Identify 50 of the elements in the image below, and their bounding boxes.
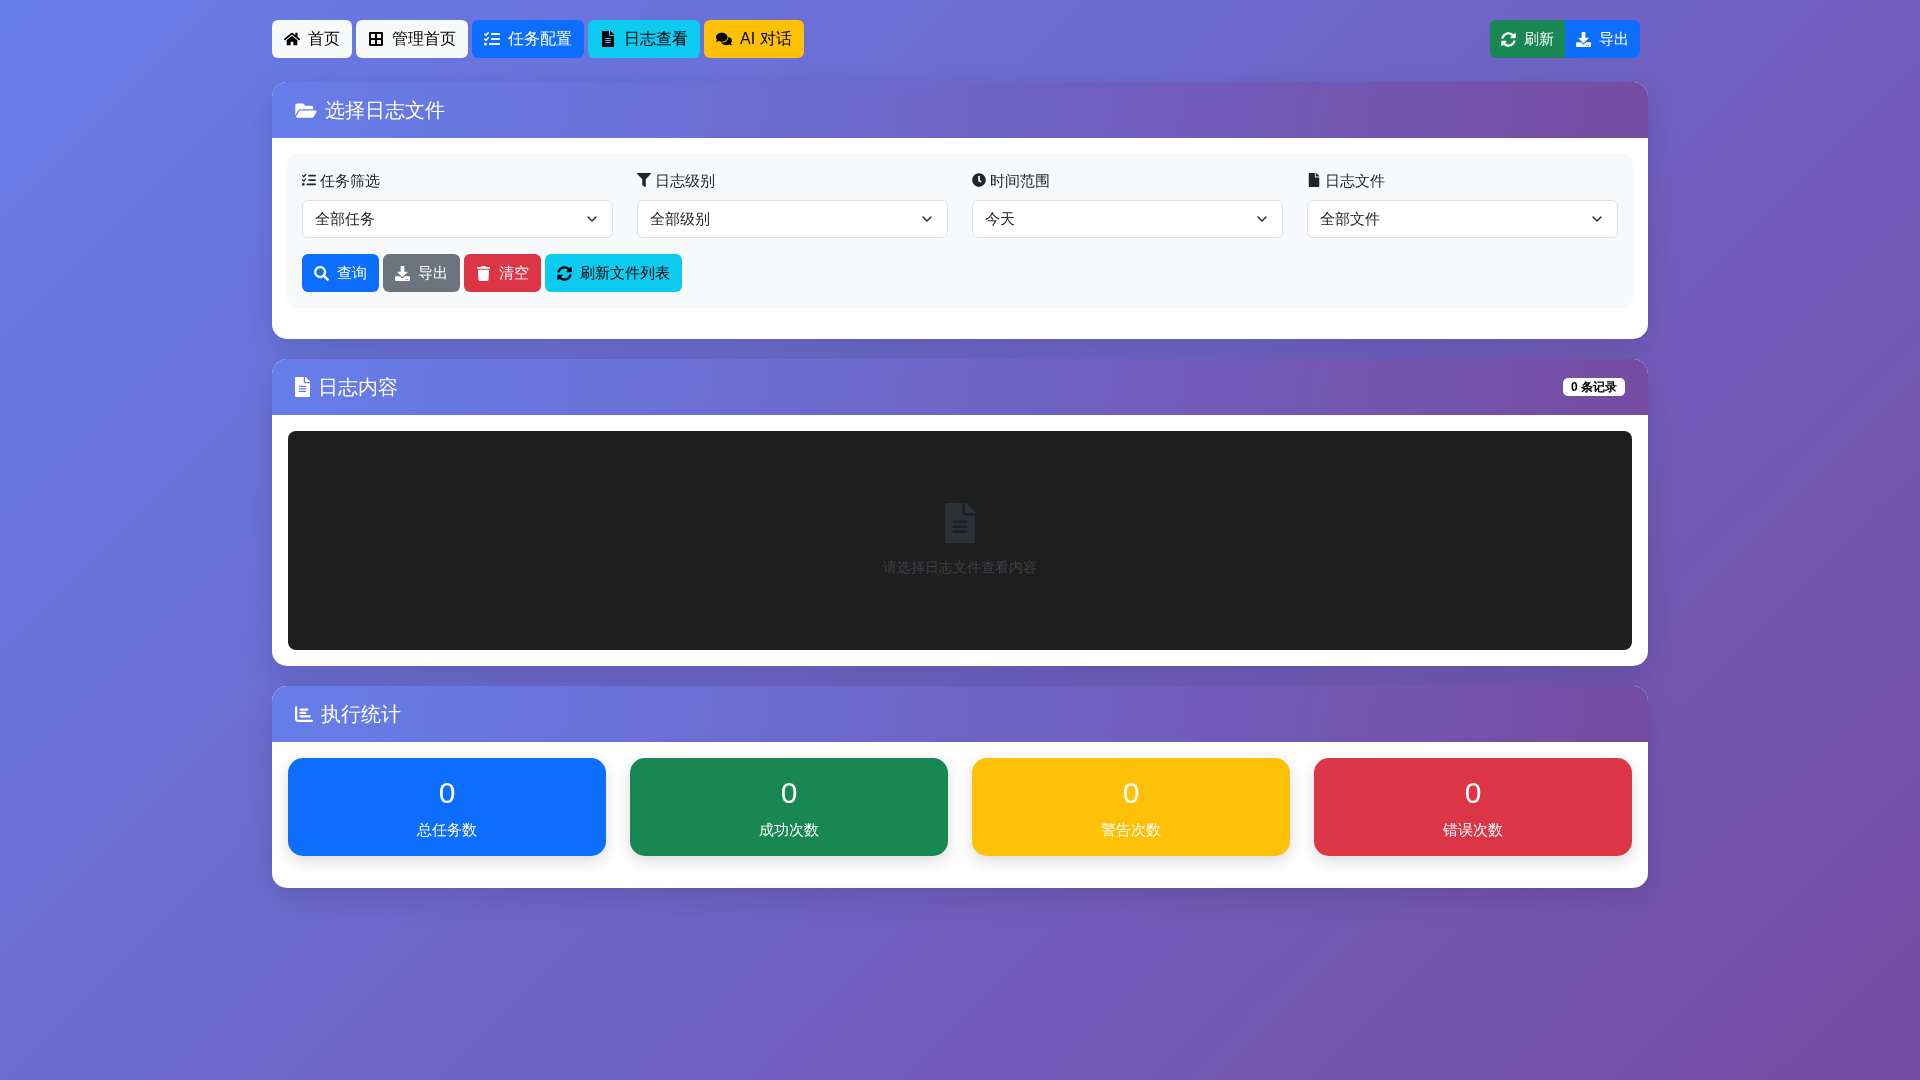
filter-label: 日志级别 [655,172,715,188]
dropdown[interactable]: 全部文件 [1307,200,1618,238]
search-icon [314,265,329,281]
download-icon [395,265,410,281]
panel-title: 日志内容 [318,377,398,397]
document-icon [295,377,310,397]
panel-title: 执行统计 [321,704,401,724]
filter-icon [637,173,651,187]
bar-chart-icon [295,705,313,723]
filter-label: 任务筛选 [320,172,380,188]
nav-button[interactable]: 日志查看 [588,20,700,58]
stat-value: 0 [780,777,798,808]
house-icon [284,31,300,47]
folder-icon [295,100,317,120]
stat-label: 错误次数 [1443,821,1503,837]
filter-label: 时间范围 [990,172,1050,188]
action-button[interactable]: 导出 [383,254,460,292]
dropdown[interactable]: 全部级别 [637,200,948,238]
toolbar-button[interactable]: 刷新 [1490,20,1565,58]
panel-title: 选择日志文件 [325,100,445,120]
action-button[interactable]: 查询 [302,254,379,292]
document-icon [945,503,975,543]
trash-icon [476,265,491,281]
checklist-icon [484,31,500,47]
document-icon [600,31,616,47]
stat-value: 0 [1122,777,1140,808]
nav-button[interactable]: AI 对话 [704,20,804,58]
nav-button[interactable]: 管理首页 [356,20,468,58]
file-icon [1307,173,1321,187]
stat-value: 0 [1464,777,1482,808]
refresh-icon [557,265,572,281]
refresh-icon [1501,31,1516,47]
toolbar-button[interactable]: 导出 [1565,20,1640,58]
stat-label: 警告次数 [1101,821,1161,837]
action-button[interactable]: 刷新文件列表 [545,254,682,292]
download-icon [1576,31,1591,47]
dropdown[interactable]: 今天 [972,200,1283,238]
nav-button[interactable]: 首页 [272,20,352,58]
checklist-icon [302,173,316,187]
clock-icon [972,173,986,187]
grid-icon [368,31,384,47]
stat-label: 成功次数 [759,821,819,837]
stat-label: 总任务数 [417,821,477,837]
chat-bubbles-icon [716,31,732,47]
dropdown[interactable]: 全部任务 [302,200,613,238]
record-count-badge: 0 条记录 [1563,378,1625,396]
action-button[interactable]: 清空 [464,254,541,292]
filter-label: 日志文件 [1325,172,1385,188]
nav-button[interactable]: 任务配置 [472,20,584,58]
stat-value: 0 [438,777,456,808]
